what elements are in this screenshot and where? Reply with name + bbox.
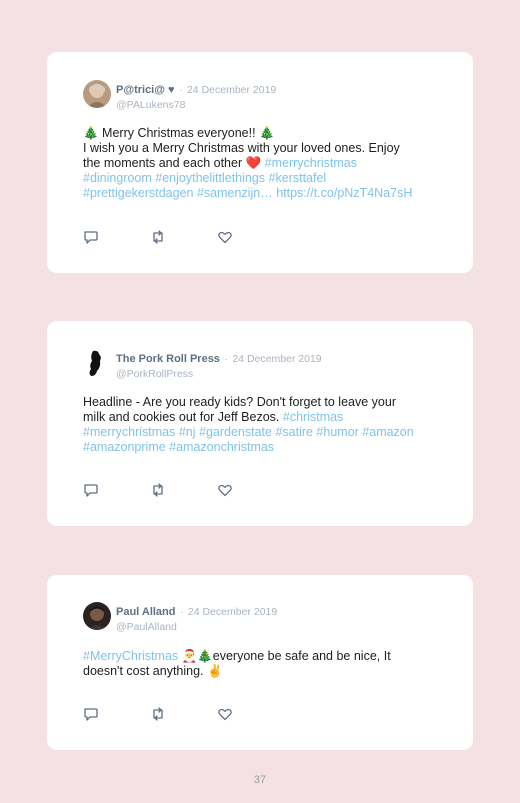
tweet-line-text: the moments and each other ❤️ <box>83 156 265 170</box>
url-link[interactable]: https://t.co/pNzT4Na7sH <box>276 186 412 200</box>
tweet-line: 🎄 Merry Christmas everyone!! 🎄 <box>83 126 275 140</box>
tweet-line: Headline - Are you ready kids? Don't for… <box>83 395 396 409</box>
tweet-line: #MerryChristmas 🎅🎄everyone be safe and b… <box>83 649 448 664</box>
tweet-line: milk and cookies out for Jeff Bezos. #ch… <box>83 410 448 425</box>
like-icon[interactable] <box>217 229 233 245</box>
author-handle[interactable]: @PALukens78 <box>116 99 276 111</box>
tweet-text: 🎄 Merry Christmas everyone!! 🎄 I wish yo… <box>83 126 448 201</box>
hashtag-link[interactable]: #diningroom #enjoythelittlethings #kerst… <box>83 171 448 186</box>
author-handle[interactable]: @PaulAlland <box>116 621 277 633</box>
separator-dot: · <box>179 84 183 96</box>
avatar[interactable] <box>83 349 111 377</box>
reply-icon[interactable] <box>83 482 99 498</box>
like-icon[interactable] <box>217 482 233 498</box>
tweet-meta: Paul Alland · 24 December 2019 @PaulAlla… <box>116 602 277 633</box>
tweet-line: the moments and each other ❤️ #merrychri… <box>83 156 448 171</box>
hashtag-link[interactable]: #christmas <box>283 410 343 424</box>
tweet-meta: P@trici@ ♥ · 24 December 2019 @PALukens7… <box>116 80 276 111</box>
tweet-line: I wish you a Merry Christmas with your l… <box>83 141 400 155</box>
avatar[interactable] <box>83 80 111 108</box>
tweet-line: doesn't cost anything. ✌️ <box>83 664 223 678</box>
author-name[interactable]: The Pork Roll Press <box>116 353 220 365</box>
like-icon[interactable] <box>217 706 233 722</box>
page-number: 37 <box>253 774 267 786</box>
retweet-icon[interactable] <box>150 482 166 498</box>
hashtag-link[interactable]: #merrychristmas #nj #gardenstate #satire… <box>83 425 448 440</box>
author-name[interactable]: Paul Alland <box>116 606 176 618</box>
tweet-meta: The Pork Roll Press · 24 December 2019 @… <box>116 349 322 380</box>
hashtag-link[interactable]: #MerryChristmas <box>83 649 178 663</box>
tweet-card: The Pork Roll Press · 24 December 2019 @… <box>47 321 473 526</box>
tweet-date[interactable]: 24 December 2019 <box>232 353 321 365</box>
tweet-card: P@trici@ ♥ · 24 December 2019 @PALukens7… <box>47 52 473 273</box>
tweet-actions <box>83 706 253 722</box>
author-name[interactable]: P@trici@ ♥ <box>116 84 175 96</box>
tweet-line-text: everyone be safe and be nice, It <box>212 649 391 663</box>
tweet-actions <box>83 229 253 245</box>
avatar[interactable] <box>83 602 111 630</box>
emoji: 🎅🎄 <box>178 649 213 663</box>
tweet-actions <box>83 482 253 498</box>
tweet-card: Paul Alland · 24 December 2019 @PaulAlla… <box>47 575 473 750</box>
author-handle[interactable]: @PorkRollPress <box>116 368 322 380</box>
hashtag-link[interactable]: #amazonprime #amazonchristmas <box>83 440 448 455</box>
separator-dot: · <box>179 606 184 618</box>
separator-dot: · <box>224 353 228 365</box>
tweet-line-text: milk and cookies out for Jeff Bezos. <box>83 410 283 424</box>
tweet-line: #prettigekerstdagen #samenzijn… https://… <box>83 186 448 201</box>
tweet-text: #MerryChristmas 🎅🎄everyone be safe and b… <box>83 649 448 679</box>
tweet-text: Headline - Are you ready kids? Don't for… <box>83 395 448 455</box>
tweet-date[interactable]: 24 December 2019 <box>187 84 276 96</box>
retweet-icon[interactable] <box>150 706 166 722</box>
reply-icon[interactable] <box>83 706 99 722</box>
hashtag-link[interactable]: #merrychristmas <box>265 156 357 170</box>
retweet-icon[interactable] <box>150 229 166 245</box>
tweet-date[interactable]: 24 December 2019 <box>188 606 277 618</box>
hashtag-link[interactable]: #prettigekerstdagen #samenzijn… <box>83 186 273 200</box>
reply-icon[interactable] <box>83 229 99 245</box>
